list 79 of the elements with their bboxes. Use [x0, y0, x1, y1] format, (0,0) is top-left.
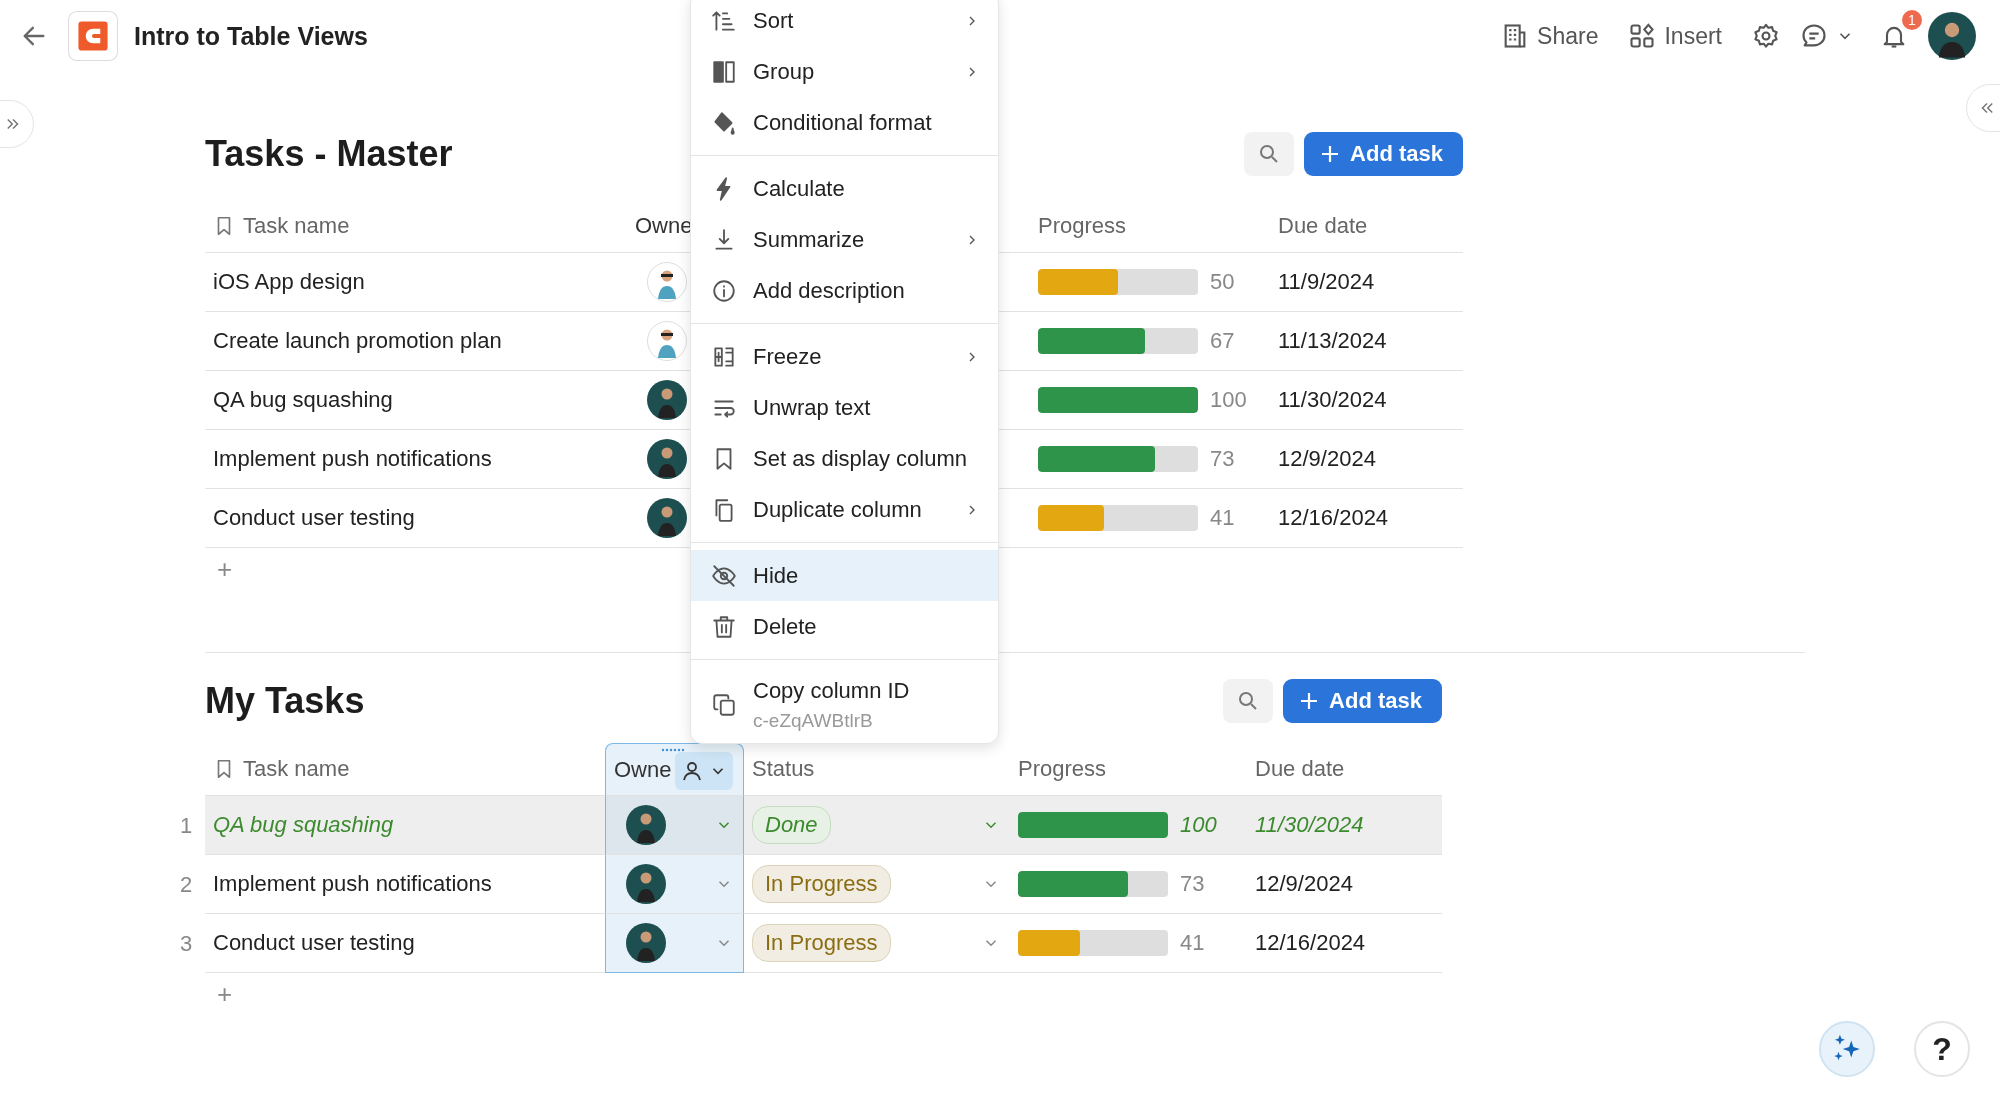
copy-icon	[711, 692, 737, 718]
progress-value: 41	[1180, 930, 1205, 956]
document-title: Intro to Table Views	[134, 21, 368, 51]
progress-value: 73	[1210, 446, 1235, 472]
progress-value: 41	[1210, 505, 1235, 531]
settings-icon[interactable]	[1752, 22, 1780, 50]
due-date: 11/9/2024	[1278, 269, 1375, 295]
add-row-button[interactable]: +	[217, 978, 233, 1010]
table-title: Tasks - Master	[205, 132, 453, 175]
drag-handle-icon[interactable]	[660, 748, 686, 752]
notification-badge: 1	[1902, 10, 1922, 30]
column-header[interactable]: Due date	[1278, 213, 1368, 239]
user-avatar[interactable]	[1928, 12, 1976, 60]
task-name: Conduct user testing	[213, 505, 415, 531]
due-date: 11/13/2024	[1278, 328, 1387, 354]
status-tag[interactable]: In Progress	[752, 865, 891, 903]
trash-icon	[711, 613, 737, 640]
add-task-button[interactable]: Add task	[1283, 678, 1442, 723]
table-title: My Tasks	[205, 679, 365, 722]
help-button[interactable]: ?	[1914, 1021, 1970, 1077]
due-date: 12/9/2024	[1278, 446, 1376, 472]
column-header[interactable]: Owne	[635, 213, 693, 239]
menu-item[interactable]: Summarize	[691, 214, 998, 265]
toolbar-action-button[interactable]: Share	[1501, 22, 1599, 50]
due-date: 12/16/2024	[1278, 505, 1389, 531]
menu-item[interactable]: Calculate	[691, 163, 998, 214]
progress-value: 100	[1210, 387, 1247, 413]
progress-value: 73	[1180, 871, 1205, 897]
column-header[interactable]: Due date	[1255, 756, 1345, 782]
menu-item[interactable]: Hide	[691, 550, 998, 601]
menu-item[interactable]: Freeze	[691, 331, 998, 382]
task-name: Create launch promotion plan	[213, 328, 502, 354]
search-button[interactable]	[1244, 131, 1295, 176]
menu-item[interactable]: Conditional format	[691, 97, 998, 148]
task-name: Implement push notifications	[213, 871, 492, 897]
due-date: 12/16/2024	[1255, 930, 1366, 956]
menu-item[interactable]: Group	[691, 46, 998, 97]
column-header[interactable]: Progress	[1038, 213, 1127, 239]
add-row-button[interactable]: +	[217, 553, 233, 585]
row-number: 2	[180, 871, 193, 898]
info-icon	[711, 277, 737, 304]
menu-item[interactable]: Delete	[691, 601, 998, 652]
eye-slash-icon	[711, 562, 737, 589]
status-tag[interactable]: In Progress	[752, 924, 891, 962]
progress-value: 50	[1210, 269, 1235, 295]
menu-item[interactable]: Set as display column	[691, 433, 998, 484]
due-date: 11/30/2024	[1255, 812, 1364, 838]
column-id: c-eZqAWBtlrB	[753, 710, 874, 732]
menu-item[interactable]: Sort	[691, 0, 998, 46]
task-name: QA bug squashing	[213, 812, 394, 838]
column-header[interactable]: Task name	[243, 213, 350, 239]
columns-icon	[711, 58, 737, 85]
row-number: 3	[180, 930, 193, 957]
shapes-grid-icon	[1628, 22, 1657, 50]
app-logo-icon	[68, 11, 118, 61]
progress-value: 67	[1210, 328, 1235, 354]
task-name: Conduct user testing	[213, 930, 415, 956]
task-name: Implement push notifications	[213, 446, 492, 472]
ai-assistant-button[interactable]	[1819, 1021, 1875, 1077]
toolbar-action-button[interactable]: Insert	[1628, 22, 1722, 50]
task-name: QA bug squashing	[213, 387, 393, 413]
expand-sidebar-button[interactable]	[0, 100, 34, 148]
column-header[interactable]: Task name	[243, 756, 350, 782]
add-task-button[interactable]: Add task	[1304, 131, 1463, 176]
column-header[interactable]: Progress	[1018, 756, 1107, 782]
column-header[interactable]: Status	[752, 756, 815, 782]
progress-value: 100	[1180, 812, 1217, 838]
menu-item[interactable]: Unwrap text	[691, 382, 998, 433]
search-button[interactable]	[1223, 678, 1274, 723]
menu-item[interactable]: Copy column ID c-eZqAWBtlrB	[691, 667, 998, 743]
status-tag[interactable]: Done	[752, 806, 831, 844]
due-date: 12/9/2024	[1255, 871, 1353, 897]
menu-item[interactable]: Duplicate column	[691, 484, 998, 535]
collapse-panel-button[interactable]	[1966, 84, 2000, 132]
task-name: iOS App design	[213, 269, 365, 295]
row-number: 1	[180, 812, 193, 839]
menu-item[interactable]: Add description	[691, 265, 998, 316]
column-menu-button[interactable]	[675, 752, 733, 790]
due-date: 11/30/2024	[1278, 387, 1387, 413]
